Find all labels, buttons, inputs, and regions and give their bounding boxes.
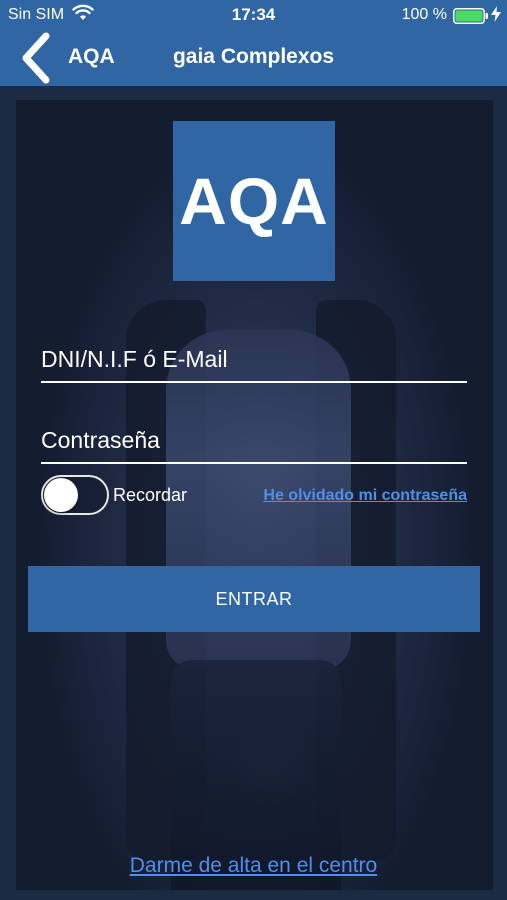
login-screen: Sin SIM 17:34 100 % AQA gaia Complexos A…	[0, 0, 507, 900]
password-input[interactable]	[41, 418, 467, 464]
status-bar: Sin SIM 17:34 100 %	[0, 0, 507, 30]
login-button[interactable]: ENTRAR	[28, 566, 480, 632]
page-title: gaia Complexos	[172, 45, 335, 68]
remember-label: Recordar	[113, 485, 188, 505]
battery-icon	[453, 8, 489, 29]
username-input[interactable]	[41, 337, 467, 383]
signup-link[interactable]: Darme de alta en el centro	[0, 854, 507, 878]
battery-percent: 100 %	[401, 6, 447, 23]
nav-divider	[0, 86, 507, 100]
navigation-bar: AQA gaia Complexos	[0, 30, 507, 86]
toggle-knob	[44, 478, 78, 512]
bolt-icon	[491, 6, 501, 25]
app-logo: AQA	[173, 121, 335, 281]
remember-toggle[interactable]	[41, 475, 109, 515]
forgot-password-link[interactable]: He olvidado mi contraseña	[263, 487, 467, 505]
